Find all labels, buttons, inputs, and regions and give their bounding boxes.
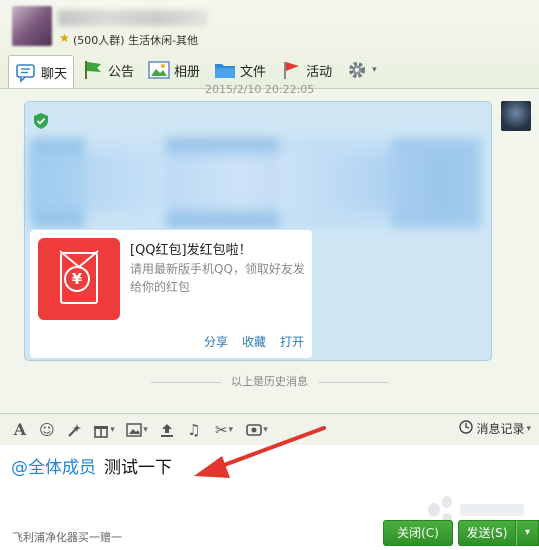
send-options-button[interactable]: ▾ xyxy=(516,520,539,546)
chevron-down-icon: ▾ xyxy=(526,423,531,434)
photo-icon xyxy=(148,60,170,80)
magic-wand-icon[interactable] xyxy=(62,418,86,442)
chat-history[interactable]: 2015/2/10 20:22:05 ¥ [QQ红包]发红包啦！ 请用最新版手机… xyxy=(0,83,539,413)
share-link[interactable]: 分享 xyxy=(204,333,228,350)
mention-all[interactable]: @全体成员 xyxy=(11,458,96,478)
history-divider: 以上是历史消息 xyxy=(0,373,539,389)
group-avatar[interactable] xyxy=(12,6,52,46)
gift-icon[interactable] xyxy=(89,418,119,442)
red-packet-description: 请用最新版手机QQ，领取好友发给你的红包 xyxy=(130,262,305,294)
chevron-down-icon: ▾ xyxy=(524,527,531,538)
red-packet-icon: ¥ xyxy=(38,238,120,320)
group-name-blurred xyxy=(58,10,208,26)
clock-icon xyxy=(459,420,474,437)
tab-activity[interactable]: 活动 xyxy=(274,55,338,85)
group-subtitle: (500人群) 生活休闲-其他 xyxy=(73,34,199,47)
tab-announcement[interactable]: 公告 xyxy=(76,55,140,85)
emoji-icon[interactable]: ☺ xyxy=(35,418,59,442)
pennant-icon xyxy=(280,60,302,80)
yuan-coin-icon: ¥ xyxy=(64,266,90,292)
image-icon[interactable] xyxy=(122,418,152,442)
chevron-down-icon: ▾ xyxy=(372,65,377,75)
upload-icon[interactable] xyxy=(155,418,179,442)
red-packet-card[interactable]: ¥ [QQ红包]发红包啦！ 请用最新版手机QQ，领取好友发给你的红包 分享 收藏… xyxy=(29,229,313,359)
folder-icon xyxy=(214,60,236,80)
ad-link[interactable]: 飞利浦净化器买一赠一 xyxy=(12,529,122,545)
tab-files[interactable]: 文件 xyxy=(208,55,272,85)
font-icon[interactable]: A xyxy=(8,418,32,442)
message-bubble[interactable]: ¥ [QQ红包]发红包啦！ 请用最新版手机QQ，领取好友发给你的红包 分享 收藏… xyxy=(24,101,492,361)
open-link[interactable]: 打开 xyxy=(280,333,304,350)
tab-chat-label: 聊天 xyxy=(41,67,68,82)
message-history-label: 消息记录 xyxy=(476,422,525,436)
red-packet-title: [QQ红包]发红包啦！ xyxy=(130,243,252,258)
send-button[interactable]: 发送(S) xyxy=(458,520,516,546)
tab-files-label: 文件 xyxy=(240,64,267,80)
star-icon: ★ xyxy=(59,31,70,45)
settings-dropdown[interactable]: ▾ xyxy=(340,55,383,85)
pixelated-content-overlay xyxy=(31,152,451,212)
chat-bubble-icon xyxy=(15,63,37,83)
message-input-content: @全体成员 测试一下 xyxy=(11,453,172,478)
group-toolbar: 聊天 公告 相册 文件 活动 ▾ xyxy=(8,54,385,89)
message-timestamp: 2015/2/10 20:22:05 xyxy=(205,83,315,96)
annotation-arrow xyxy=(194,426,326,478)
tab-activity-label: 活动 xyxy=(306,64,333,80)
history-divider-label: 以上是历史消息 xyxy=(231,375,308,388)
tab-announcement-label: 公告 xyxy=(108,64,135,80)
favorite-link[interactable]: 收藏 xyxy=(242,333,266,350)
window-header: ★ (500人群) 生活休闲-其他 聊天 公告 相册 文件 活动 ▾ xyxy=(0,0,539,89)
message-history-button[interactable]: 消息记录 ▾ xyxy=(459,420,531,437)
tab-chat[interactable]: 聊天 xyxy=(8,55,75,89)
red-packet-actions: 分享 收藏 打开 xyxy=(204,333,304,350)
close-button[interactable]: 关闭(C) xyxy=(383,520,453,546)
gear-icon xyxy=(346,60,368,80)
sender-avatar[interactable] xyxy=(501,101,531,131)
flag-icon xyxy=(82,60,104,80)
typed-text: 测试一下 xyxy=(104,458,172,478)
tab-album[interactable]: 相册 xyxy=(142,55,206,85)
shield-check-icon xyxy=(33,112,49,133)
tab-album-label: 相册 xyxy=(174,64,201,80)
